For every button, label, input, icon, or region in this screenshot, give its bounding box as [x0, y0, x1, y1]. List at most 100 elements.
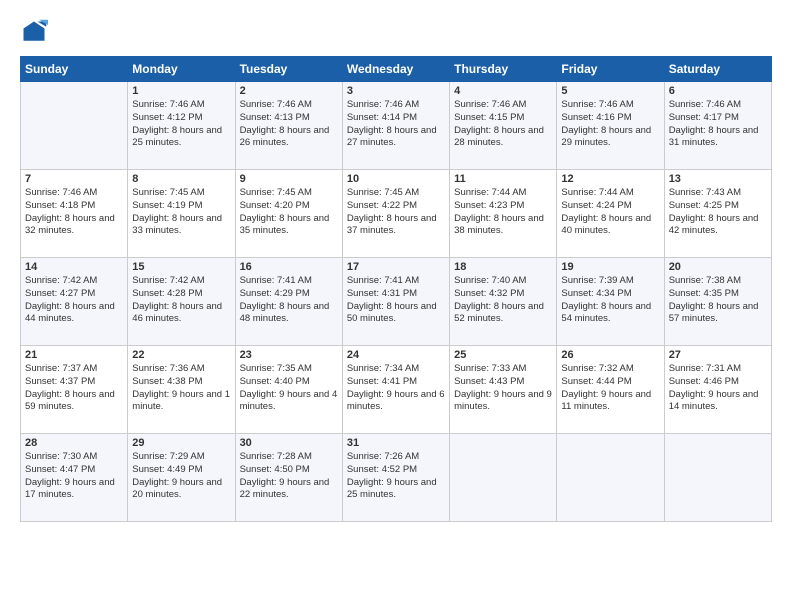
day-info: Sunrise: 7:30 AM Sunset: 4:47 PM Dayligh…	[25, 451, 123, 502]
calendar-cell: 30 Sunrise: 7:28 AM Sunset: 4:50 PM Dayli…	[235, 434, 342, 522]
day-info: Sunrise: 7:40 AM Sunset: 4:32 PM Dayligh…	[454, 275, 552, 326]
day-info: Sunrise: 7:46 AM Sunset: 4:18 PM Dayligh…	[25, 187, 123, 238]
day-info: Sunrise: 7:41 AM Sunset: 4:29 PM Dayligh…	[240, 275, 338, 326]
col-header-sunday: Sunday	[21, 57, 128, 82]
day-info: Sunrise: 7:42 AM Sunset: 4:27 PM Dayligh…	[25, 275, 123, 326]
calendar-cell	[557, 434, 664, 522]
calendar-cell: 4 Sunrise: 7:46 AM Sunset: 4:15 PM Daylig…	[450, 82, 557, 170]
day-info: Sunrise: 7:46 AM Sunset: 4:17 PM Dayligh…	[669, 99, 767, 150]
calendar-cell: 15 Sunrise: 7:42 AM Sunset: 4:28 PM Dayli…	[128, 258, 235, 346]
day-number: 28	[25, 437, 123, 449]
day-number: 3	[347, 85, 445, 97]
col-header-friday: Friday	[557, 57, 664, 82]
calendar-cell: 2 Sunrise: 7:46 AM Sunset: 4:13 PM Daylig…	[235, 82, 342, 170]
col-header-thursday: Thursday	[450, 57, 557, 82]
calendar-cell	[664, 434, 771, 522]
calendar-cell: 27 Sunrise: 7:31 AM Sunset: 4:46 PM Dayli…	[664, 346, 771, 434]
calendar-cell: 12 Sunrise: 7:44 AM Sunset: 4:24 PM Dayli…	[557, 170, 664, 258]
day-number: 2	[240, 85, 338, 97]
day-info: Sunrise: 7:46 AM Sunset: 4:13 PM Dayligh…	[240, 99, 338, 150]
calendar-week-row: 14 Sunrise: 7:42 AM Sunset: 4:27 PM Dayli…	[21, 258, 772, 346]
col-header-tuesday: Tuesday	[235, 57, 342, 82]
calendar-week-row: 28 Sunrise: 7:30 AM Sunset: 4:47 PM Dayli…	[21, 434, 772, 522]
day-info: Sunrise: 7:33 AM Sunset: 4:43 PM Dayligh…	[454, 363, 552, 414]
day-number: 26	[561, 349, 659, 361]
day-number: 24	[347, 349, 445, 361]
calendar-cell: 28 Sunrise: 7:30 AM Sunset: 4:47 PM Dayli…	[21, 434, 128, 522]
col-header-wednesday: Wednesday	[342, 57, 449, 82]
day-number: 18	[454, 261, 552, 273]
logo	[20, 18, 52, 46]
day-number: 27	[669, 349, 767, 361]
calendar-cell: 31 Sunrise: 7:26 AM Sunset: 4:52 PM Dayli…	[342, 434, 449, 522]
calendar-cell	[450, 434, 557, 522]
calendar-cell: 17 Sunrise: 7:41 AM Sunset: 4:31 PM Dayli…	[342, 258, 449, 346]
day-number: 10	[347, 173, 445, 185]
calendar-cell: 9Sunrise: 7:45 AM Sunset: 4:20 PM Daylig…	[235, 170, 342, 258]
calendar-cell: 25 Sunrise: 7:33 AM Sunset: 4:43 PM Dayli…	[450, 346, 557, 434]
day-number: 12	[561, 173, 659, 185]
day-info: Sunrise: 7:31 AM Sunset: 4:46 PM Dayligh…	[669, 363, 767, 414]
day-info: Sunrise: 7:44 AM Sunset: 4:23 PM Dayligh…	[454, 187, 552, 238]
calendar-week-row: 7 Sunrise: 7:46 AM Sunset: 4:18 PM Daylig…	[21, 170, 772, 258]
day-info: Sunrise: 7:29 AM Sunset: 4:49 PM Dayligh…	[132, 451, 230, 502]
calendar-cell: 8 Sunrise: 7:45 AM Sunset: 4:19 PM Daylig…	[128, 170, 235, 258]
col-header-saturday: Saturday	[664, 57, 771, 82]
day-number: 14	[25, 261, 123, 273]
day-number: 13	[669, 173, 767, 185]
day-info: Sunrise: 7:41 AM Sunset: 4:31 PM Dayligh…	[347, 275, 445, 326]
calendar-cell: 16 Sunrise: 7:41 AM Sunset: 4:29 PM Dayli…	[235, 258, 342, 346]
logo-icon	[20, 18, 48, 46]
day-number: 6	[669, 85, 767, 97]
calendar-cell	[21, 82, 128, 170]
day-info: Sunrise: 7:28 AM Sunset: 4:50 PM Dayligh…	[240, 451, 338, 502]
day-number: 23	[240, 349, 338, 361]
calendar-week-row: 1Sunrise: 7:46 AM Sunset: 4:12 PM Daylig…	[21, 82, 772, 170]
day-info: Sunrise: 7:45 AM Sunset: 4:19 PM Dayligh…	[132, 187, 230, 238]
day-info: Sunrise: 7:26 AM Sunset: 4:52 PM Dayligh…	[347, 451, 445, 502]
day-info: Sunrise: 7:32 AM Sunset: 4:44 PM Dayligh…	[561, 363, 659, 414]
calendar-cell: 7 Sunrise: 7:46 AM Sunset: 4:18 PM Daylig…	[21, 170, 128, 258]
calendar-table: SundayMondayTuesdayWednesdayThursdayFrid…	[20, 56, 772, 522]
day-info: Sunrise: 7:39 AM Sunset: 4:34 PM Dayligh…	[561, 275, 659, 326]
day-number: 16	[240, 261, 338, 273]
calendar-cell: 14 Sunrise: 7:42 AM Sunset: 4:27 PM Dayli…	[21, 258, 128, 346]
day-number: 19	[561, 261, 659, 273]
calendar-cell: 23 Sunrise: 7:35 AM Sunset: 4:40 PM Dayli…	[235, 346, 342, 434]
day-number: 31	[347, 437, 445, 449]
calendar-week-row: 21Sunrise: 7:37 AM Sunset: 4:37 PM Dayli…	[21, 346, 772, 434]
day-info: Sunrise: 7:44 AM Sunset: 4:24 PM Dayligh…	[561, 187, 659, 238]
calendar-cell: 20Sunrise: 7:38 AM Sunset: 4:35 PM Dayli…	[664, 258, 771, 346]
day-info: Sunrise: 7:46 AM Sunset: 4:14 PM Dayligh…	[347, 99, 445, 150]
day-info: Sunrise: 7:45 AM Sunset: 4:22 PM Dayligh…	[347, 187, 445, 238]
day-info: Sunrise: 7:43 AM Sunset: 4:25 PM Dayligh…	[669, 187, 767, 238]
calendar-cell: 29 Sunrise: 7:29 AM Sunset: 4:49 PM Dayli…	[128, 434, 235, 522]
calendar-cell: 19 Sunrise: 7:39 AM Sunset: 4:34 PM Dayli…	[557, 258, 664, 346]
day-number: 11	[454, 173, 552, 185]
day-info: Sunrise: 7:45 AM Sunset: 4:20 PM Dayligh…	[240, 187, 338, 238]
day-number: 7	[25, 173, 123, 185]
day-number: 4	[454, 85, 552, 97]
day-number: 5	[561, 85, 659, 97]
calendar-cell: 13 Sunrise: 7:43 AM Sunset: 4:25 PM Dayli…	[664, 170, 771, 258]
calendar-cell: 24Sunrise: 7:34 AM Sunset: 4:41 PM Dayli…	[342, 346, 449, 434]
day-number: 29	[132, 437, 230, 449]
day-number: 25	[454, 349, 552, 361]
calendar-cell: 6 Sunrise: 7:46 AM Sunset: 4:17 PM Daylig…	[664, 82, 771, 170]
day-info: Sunrise: 7:37 AM Sunset: 4:37 PM Dayligh…	[25, 363, 123, 414]
day-info: Sunrise: 7:42 AM Sunset: 4:28 PM Dayligh…	[132, 275, 230, 326]
calendar-cell: 3 Sunrise: 7:46 AM Sunset: 4:14 PM Daylig…	[342, 82, 449, 170]
day-number: 22	[132, 349, 230, 361]
day-number: 30	[240, 437, 338, 449]
day-number: 8	[132, 173, 230, 185]
day-number: 17	[347, 261, 445, 273]
page: SundayMondayTuesdayWednesdayThursdayFrid…	[0, 0, 792, 612]
calendar-cell: 21Sunrise: 7:37 AM Sunset: 4:37 PM Dayli…	[21, 346, 128, 434]
day-number: 20	[669, 261, 767, 273]
day-info: Sunrise: 7:35 AM Sunset: 4:40 PM Dayligh…	[240, 363, 338, 414]
day-info: Sunrise: 7:46 AM Sunset: 4:15 PM Dayligh…	[454, 99, 552, 150]
calendar-cell: 26 Sunrise: 7:32 AM Sunset: 4:44 PM Dayli…	[557, 346, 664, 434]
calendar-cell: 5Sunrise: 7:46 AM Sunset: 4:16 PM Daylig…	[557, 82, 664, 170]
calendar-cell: 1Sunrise: 7:46 AM Sunset: 4:12 PM Daylig…	[128, 82, 235, 170]
day-number: 15	[132, 261, 230, 273]
